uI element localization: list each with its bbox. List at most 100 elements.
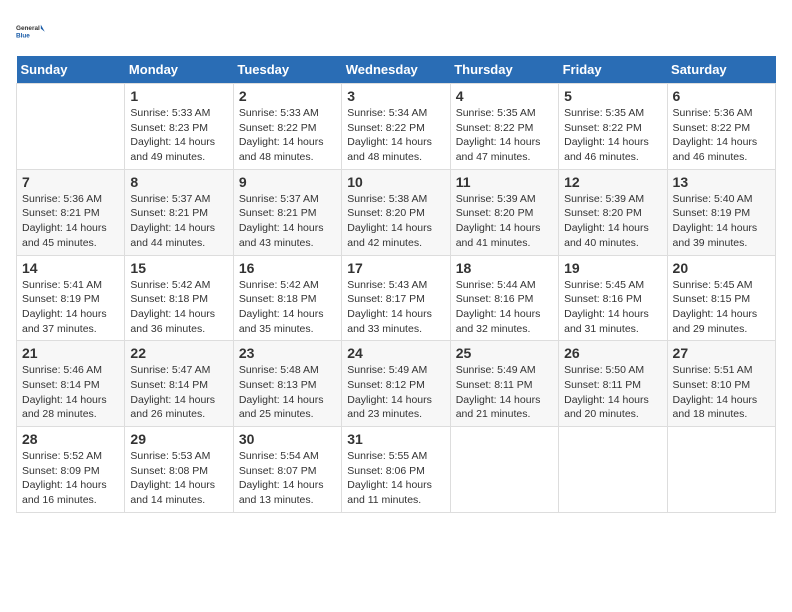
weekday-header: Thursday: [450, 56, 558, 84]
cell-info: Sunrise: 5:50 AM Sunset: 8:11 PM Dayligh…: [564, 363, 661, 422]
calendar-cell: 3 Sunrise: 5:34 AM Sunset: 8:22 PM Daylig…: [342, 84, 450, 170]
calendar-cell: 13 Sunrise: 5:40 AM Sunset: 8:19 PM Dayli…: [667, 169, 775, 255]
day-number: 20: [673, 260, 770, 276]
day-number: 7: [22, 174, 119, 190]
calendar-week-row: 7 Sunrise: 5:36 AM Sunset: 8:21 PM Daylig…: [17, 169, 776, 255]
day-number: 8: [130, 174, 227, 190]
header: GeneralBlue: [16, 16, 776, 48]
calendar-cell: 4 Sunrise: 5:35 AM Sunset: 8:22 PM Daylig…: [450, 84, 558, 170]
cell-info: Sunrise: 5:53 AM Sunset: 8:08 PM Dayligh…: [130, 449, 227, 508]
cell-info: Sunrise: 5:49 AM Sunset: 8:11 PM Dayligh…: [456, 363, 553, 422]
cell-info: Sunrise: 5:39 AM Sunset: 8:20 PM Dayligh…: [564, 192, 661, 251]
day-number: 4: [456, 88, 553, 104]
cell-info: Sunrise: 5:44 AM Sunset: 8:16 PM Dayligh…: [456, 278, 553, 337]
cell-info: Sunrise: 5:54 AM Sunset: 8:07 PM Dayligh…: [239, 449, 336, 508]
cell-info: Sunrise: 5:51 AM Sunset: 8:10 PM Dayligh…: [673, 363, 770, 422]
calendar-week-row: 21 Sunrise: 5:46 AM Sunset: 8:14 PM Dayli…: [17, 341, 776, 427]
day-number: 13: [673, 174, 770, 190]
cell-info: Sunrise: 5:33 AM Sunset: 8:23 PM Dayligh…: [130, 106, 227, 165]
cell-info: Sunrise: 5:35 AM Sunset: 8:22 PM Dayligh…: [456, 106, 553, 165]
calendar-cell: 17 Sunrise: 5:43 AM Sunset: 8:17 PM Dayli…: [342, 255, 450, 341]
calendar-cell: 14 Sunrise: 5:41 AM Sunset: 8:19 PM Dayli…: [17, 255, 125, 341]
day-number: 10: [347, 174, 444, 190]
calendar-cell: 6Sunrise: 5:36 AM Sunset: 8:22 PM Daylig…: [667, 84, 775, 170]
day-number: 26: [564, 345, 661, 361]
weekday-header: Wednesday: [342, 56, 450, 84]
calendar-cell: 23Sunrise: 5:48 AM Sunset: 8:13 PM Dayli…: [233, 341, 341, 427]
cell-info: Sunrise: 5:55 AM Sunset: 8:06 PM Dayligh…: [347, 449, 444, 508]
logo-icon: GeneralBlue: [16, 16, 48, 48]
cell-info: Sunrise: 5:41 AM Sunset: 8:19 PM Dayligh…: [22, 278, 119, 337]
day-number: 24: [347, 345, 444, 361]
calendar-cell: 8 Sunrise: 5:37 AM Sunset: 8:21 PM Daylig…: [125, 169, 233, 255]
calendar-cell: 1 Sunrise: 5:33 AM Sunset: 8:23 PM Daylig…: [125, 84, 233, 170]
day-number: 30: [239, 431, 336, 447]
day-number: 5: [564, 88, 661, 104]
calendar-cell: 12 Sunrise: 5:39 AM Sunset: 8:20 PM Dayli…: [559, 169, 667, 255]
cell-info: Sunrise: 5:45 AM Sunset: 8:15 PM Dayligh…: [673, 278, 770, 337]
weekday-header: Sunday: [17, 56, 125, 84]
day-number: 28: [22, 431, 119, 447]
calendar-cell: 26 Sunrise: 5:50 AM Sunset: 8:11 PM Dayli…: [559, 341, 667, 427]
day-number: 6: [673, 88, 770, 104]
weekday-header: Saturday: [667, 56, 775, 84]
day-number: 19: [564, 260, 661, 276]
calendar-cell: 25 Sunrise: 5:49 AM Sunset: 8:11 PM Dayli…: [450, 341, 558, 427]
cell-info: Sunrise: 5:40 AM Sunset: 8:19 PM Dayligh…: [673, 192, 770, 251]
calendar-cell: 7 Sunrise: 5:36 AM Sunset: 8:21 PM Daylig…: [17, 169, 125, 255]
cell-info: Sunrise: 5:43 AM Sunset: 8:17 PM Dayligh…: [347, 278, 444, 337]
calendar-cell: 16 Sunrise: 5:42 AM Sunset: 8:18 PM Dayli…: [233, 255, 341, 341]
day-number: 12: [564, 174, 661, 190]
calendar-cell: [667, 427, 775, 513]
cell-info: Sunrise: 5:33 AM Sunset: 8:22 PM Dayligh…: [239, 106, 336, 165]
calendar-cell: 15 Sunrise: 5:42 AM Sunset: 8:18 PM Dayli…: [125, 255, 233, 341]
weekday-header: Monday: [125, 56, 233, 84]
weekday-header: Tuesday: [233, 56, 341, 84]
cell-info: Sunrise: 5:46 AM Sunset: 8:14 PM Dayligh…: [22, 363, 119, 422]
cell-info: Sunrise: 5:37 AM Sunset: 8:21 PM Dayligh…: [239, 192, 336, 251]
cell-info: Sunrise: 5:42 AM Sunset: 8:18 PM Dayligh…: [239, 278, 336, 337]
day-number: 15: [130, 260, 227, 276]
calendar-cell: 10Sunrise: 5:38 AM Sunset: 8:20 PM Dayli…: [342, 169, 450, 255]
cell-info: Sunrise: 5:42 AM Sunset: 8:18 PM Dayligh…: [130, 278, 227, 337]
svg-text:Blue: Blue: [16, 32, 30, 39]
calendar-cell: 27 Sunrise: 5:51 AM Sunset: 8:10 PM Dayli…: [667, 341, 775, 427]
calendar-cell: 2Sunrise: 5:33 AM Sunset: 8:22 PM Daylig…: [233, 84, 341, 170]
day-number: 25: [456, 345, 553, 361]
calendar-table: SundayMondayTuesdayWednesdayThursdayFrid…: [16, 56, 776, 513]
calendar-cell: 29 Sunrise: 5:53 AM Sunset: 8:08 PM Dayli…: [125, 427, 233, 513]
calendar-cell: 21 Sunrise: 5:46 AM Sunset: 8:14 PM Dayli…: [17, 341, 125, 427]
calendar-cell: 24Sunrise: 5:49 AM Sunset: 8:12 PM Dayli…: [342, 341, 450, 427]
calendar-cell: [559, 427, 667, 513]
weekday-header: Friday: [559, 56, 667, 84]
day-number: 14: [22, 260, 119, 276]
calendar-cell: 18Sunrise: 5:44 AM Sunset: 8:16 PM Dayli…: [450, 255, 558, 341]
calendar-cell: 31Sunrise: 5:55 AM Sunset: 8:06 PM Dayli…: [342, 427, 450, 513]
calendar-cell: 30 Sunrise: 5:54 AM Sunset: 8:07 PM Dayli…: [233, 427, 341, 513]
cell-info: Sunrise: 5:47 AM Sunset: 8:14 PM Dayligh…: [130, 363, 227, 422]
day-number: 21: [22, 345, 119, 361]
day-number: 17: [347, 260, 444, 276]
cell-info: Sunrise: 5:52 AM Sunset: 8:09 PM Dayligh…: [22, 449, 119, 508]
calendar-cell: 28 Sunrise: 5:52 AM Sunset: 8:09 PM Dayli…: [17, 427, 125, 513]
day-number: 27: [673, 345, 770, 361]
day-number: 3: [347, 88, 444, 104]
day-number: 1: [130, 88, 227, 104]
cell-info: Sunrise: 5:36 AM Sunset: 8:21 PM Dayligh…: [22, 192, 119, 251]
day-number: 11: [456, 174, 553, 190]
cell-info: Sunrise: 5:37 AM Sunset: 8:21 PM Dayligh…: [130, 192, 227, 251]
logo: GeneralBlue: [16, 16, 48, 48]
day-number: 9: [239, 174, 336, 190]
calendar-body: 1 Sunrise: 5:33 AM Sunset: 8:23 PM Daylig…: [17, 84, 776, 513]
cell-info: Sunrise: 5:35 AM Sunset: 8:22 PM Dayligh…: [564, 106, 661, 165]
calendar-cell: 22Sunrise: 5:47 AM Sunset: 8:14 PM Dayli…: [125, 341, 233, 427]
calendar-cell: 5 Sunrise: 5:35 AM Sunset: 8:22 PM Daylig…: [559, 84, 667, 170]
calendar-cell: 20 Sunrise: 5:45 AM Sunset: 8:15 PM Dayli…: [667, 255, 775, 341]
calendar-cell: 19Sunrise: 5:45 AM Sunset: 8:16 PM Dayli…: [559, 255, 667, 341]
calendar-header-row: SundayMondayTuesdayWednesdayThursdayFrid…: [17, 56, 776, 84]
day-number: 16: [239, 260, 336, 276]
cell-info: Sunrise: 5:34 AM Sunset: 8:22 PM Dayligh…: [347, 106, 444, 165]
calendar-cell: 9 Sunrise: 5:37 AM Sunset: 8:21 PM Daylig…: [233, 169, 341, 255]
day-number: 29: [130, 431, 227, 447]
calendar-cell: 11Sunrise: 5:39 AM Sunset: 8:20 PM Dayli…: [450, 169, 558, 255]
